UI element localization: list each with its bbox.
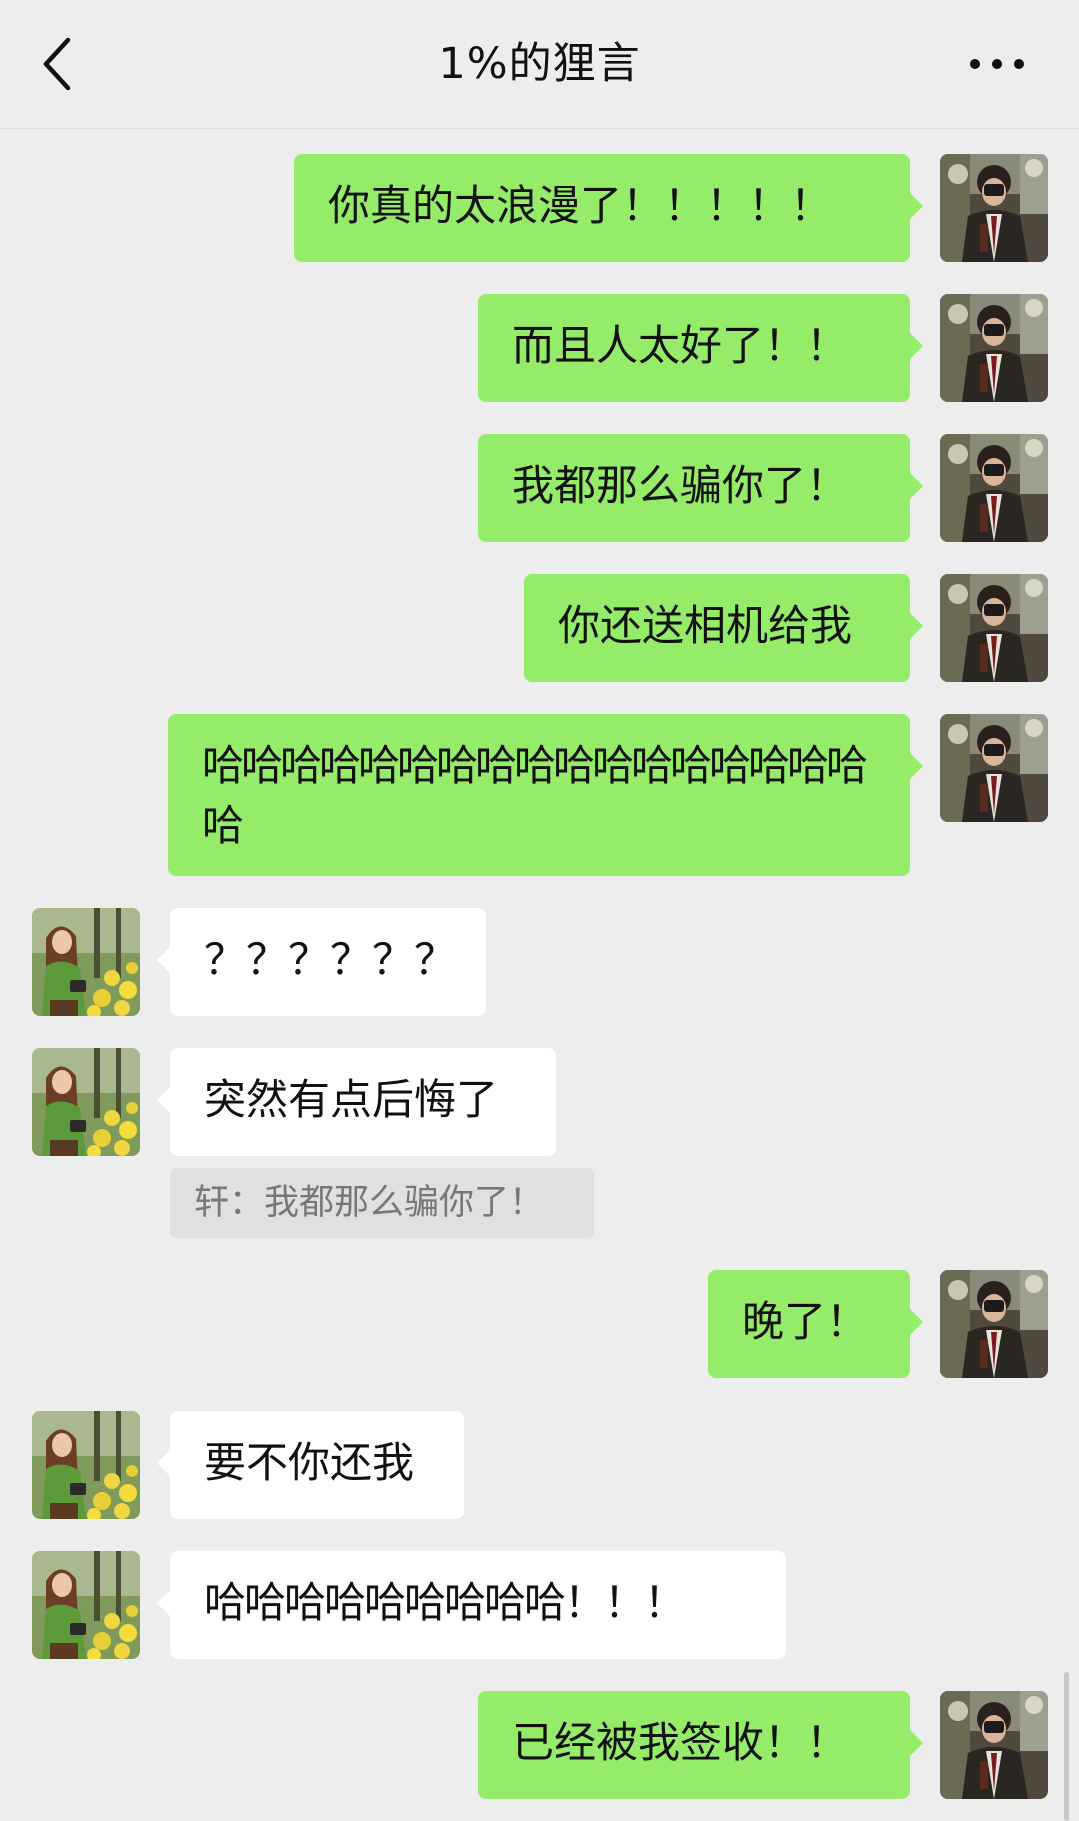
boy-avatar-image [940,714,1048,822]
scrollbar[interactable] [1064,1672,1069,1821]
avatar-self[interactable] [940,1270,1048,1378]
message-text: 我都那么骗你了！ [512,461,849,510]
avatar-self[interactable] [940,1691,1048,1799]
avatar-contact[interactable] [32,1551,140,1659]
message-bubble-received[interactable]: 要不你还我 [157,1411,464,1519]
quoted-message[interactable]: 轩：我都那么骗你了！ [170,1168,594,1238]
avatar-self[interactable] [940,154,1048,262]
boy-avatar-image [940,154,1048,262]
message-text: 哈哈哈哈哈哈哈哈哈！！！ [204,1578,686,1627]
message-text: ？？？？？？ [204,935,457,984]
girl-avatar-image [32,1551,140,1659]
more-options-button[interactable] [965,48,1029,80]
avatar-self[interactable] [940,434,1048,542]
girl-avatar-image [32,1411,140,1519]
message-bubble-sent[interactable]: 哈哈哈哈哈哈哈哈哈哈哈哈哈哈哈哈哈哈 [168,714,923,876]
message-text: 晚了！ [742,1297,869,1346]
boy-avatar-image [940,574,1048,682]
boy-avatar-image [940,434,1048,542]
avatar-contact[interactable] [32,1048,140,1156]
avatar-self[interactable] [940,714,1048,822]
girl-avatar-image [32,908,140,1016]
avatar-self[interactable] [940,294,1048,402]
message-text: 突然有点后悔了 [204,1075,499,1124]
message-bubble-received[interactable]: ？？？？？？ [157,908,486,1016]
message-text: 而且人太好了！！ [512,321,849,370]
girl-avatar-image [32,1048,140,1156]
message-text: 哈哈哈哈哈哈哈哈哈哈哈哈哈哈哈哈哈哈 [202,741,868,850]
message-bubble-sent[interactable]: 晚了！ [708,1270,923,1378]
message-text: 你还送相机给我 [558,601,853,650]
avatar-contact[interactable] [32,1411,140,1519]
message-text: 要不你还我 [204,1438,415,1487]
message-bubble-received[interactable]: 哈哈哈哈哈哈哈哈哈！！！ [157,1551,786,1659]
message-bubble-sent[interactable]: 已经被我签收！！ [478,1691,923,1799]
message-bubble-sent[interactable]: 你真的太浪漫了！！！！！ [294,154,923,262]
avatar-contact[interactable] [32,908,140,1016]
avatar-self[interactable] [940,574,1048,682]
message-bubble-sent[interactable]: 而且人太好了！！ [478,294,923,402]
boy-avatar-image [940,1691,1048,1799]
message-bubble-sent[interactable]: 我都那么骗你了！ [478,434,923,542]
message-text: 已经被我签收！！ [512,1718,849,1767]
boy-avatar-image [940,294,1048,402]
more-dots-icon [970,59,1024,69]
message-text: 你真的太浪漫了！！！！！ [328,181,833,230]
message-bubble-sent[interactable]: 你还送相机给我 [524,574,923,682]
chat-header: 1%的狸言 [0,0,1079,129]
boy-avatar-image [940,1270,1048,1378]
chat-title: 1%的狸言 [438,39,641,89]
message-bubble-received[interactable]: 突然有点后悔了 [157,1048,556,1156]
quoted-text: 轩：我都那么骗你了！ [194,1183,545,1223]
